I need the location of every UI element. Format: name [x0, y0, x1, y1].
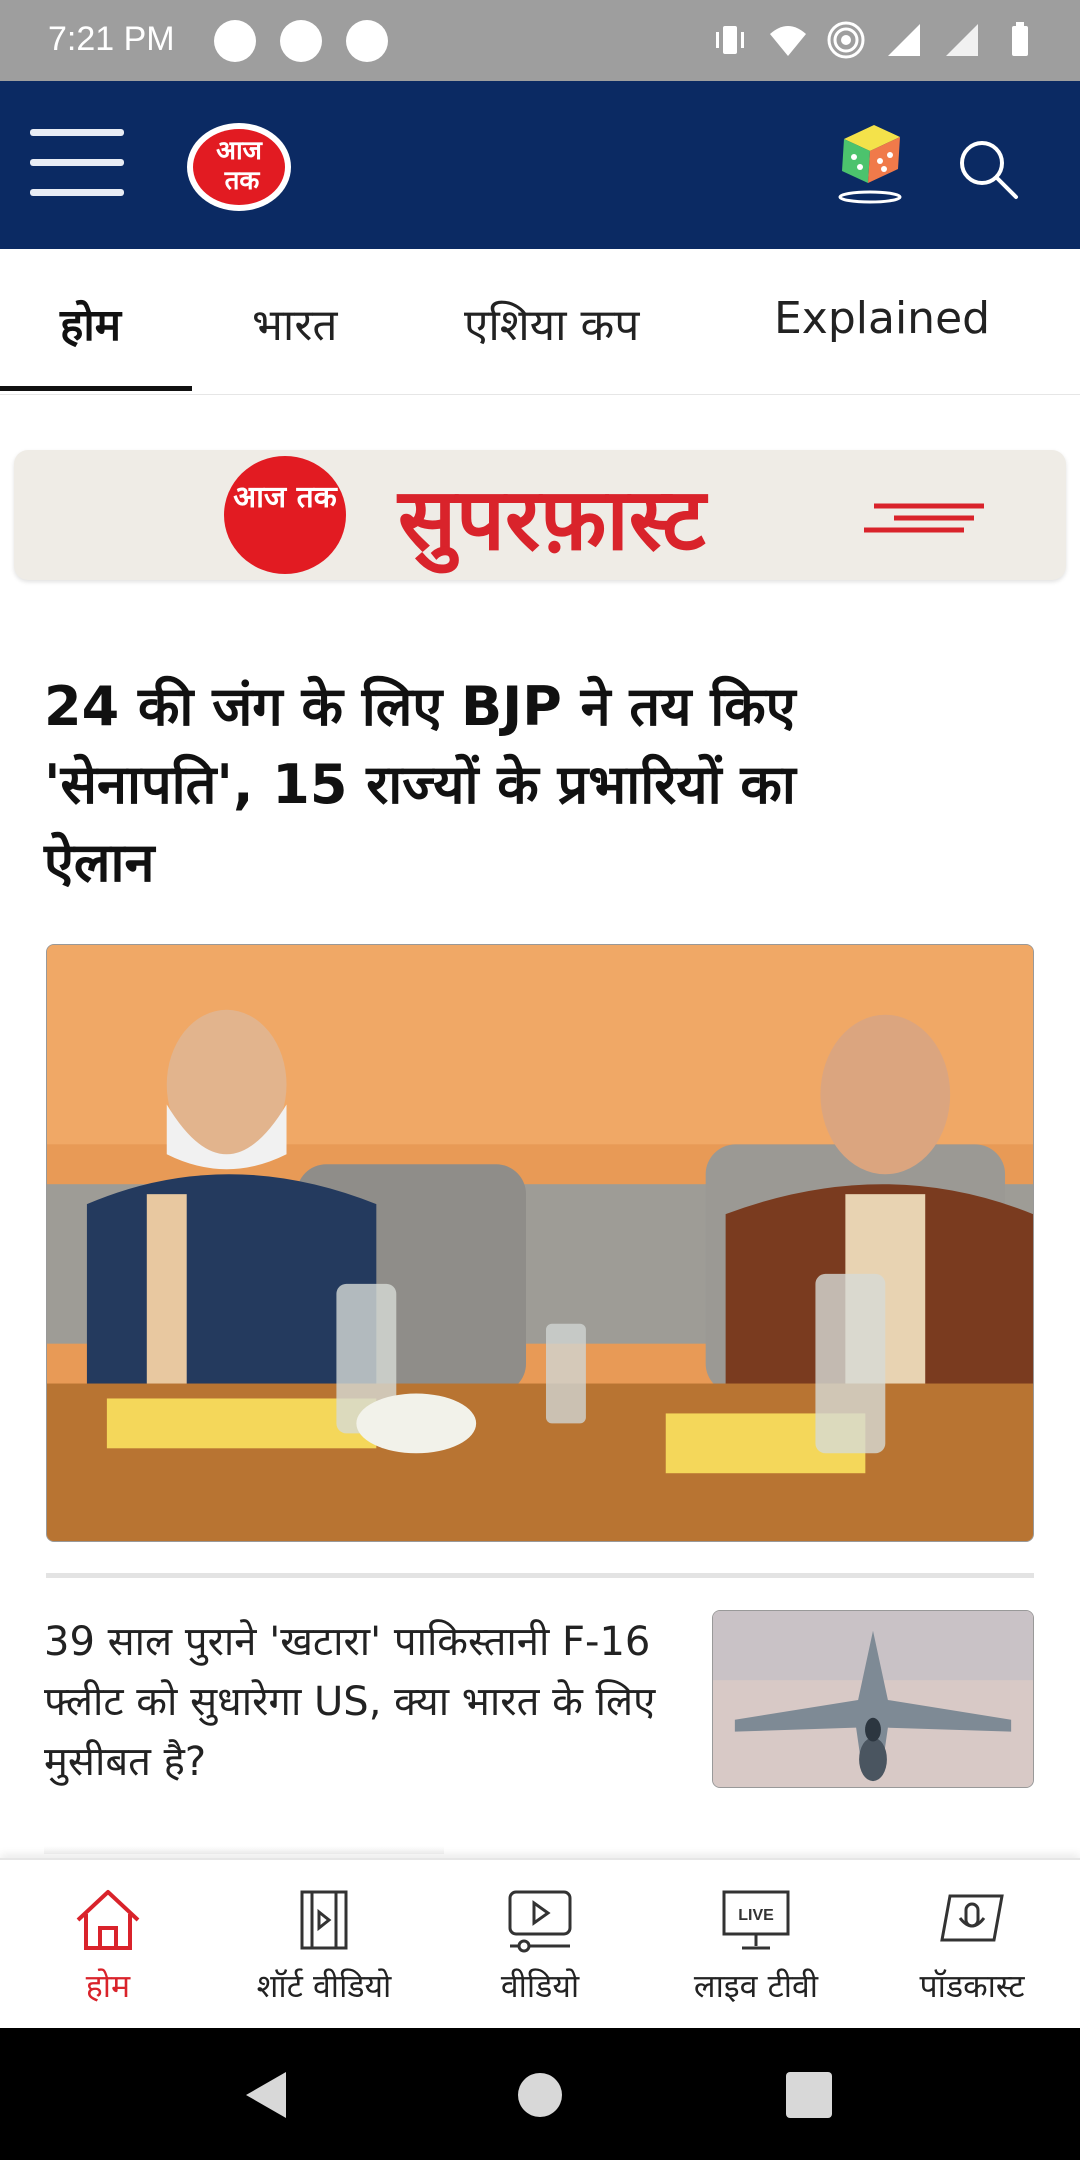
- speed-lines-icon: [864, 503, 984, 533]
- story-headline[interactable]: 39 साल पुराने 'खटारा' पाकिस्तानी F-16 फ्…: [44, 1612, 684, 1792]
- aajtak-logo[interactable]: आज तक: [184, 115, 294, 215]
- battery-icon: [1012, 22, 1028, 56]
- lead-story-image[interactable]: [46, 944, 1034, 1542]
- nav-label-live-tv: लाइव टीवी: [693, 1967, 819, 2005]
- wifi-icon: [770, 26, 806, 56]
- music-notification-icon: [214, 20, 256, 62]
- nav-label-video: वीडियो: [500, 1967, 580, 2005]
- search-icon[interactable]: [956, 137, 1020, 201]
- svg-text:तक: तक: [224, 166, 261, 196]
- home-circle-icon[interactable]: [513, 2068, 567, 2122]
- p-notification-icon: [346, 20, 388, 62]
- nav-label-short-video: शॉर्ट वीडियो: [256, 1967, 392, 2005]
- banner-aajtak-logo: आज तक: [224, 456, 346, 574]
- live-tv-icon: LIVE: [722, 1890, 790, 1950]
- nav-label-podcast: पॉडकास्ट: [919, 1967, 1025, 2005]
- nav-item-short-video[interactable]: शॉर्ट वीडियो: [216, 1860, 432, 2030]
- tab-bharat[interactable]: भारत: [252, 293, 337, 353]
- video-icon: [508, 1890, 572, 1953]
- category-tabs: होम भारत एशिया कप Explained: [0, 249, 1080, 395]
- recents-icon[interactable]: [782, 2068, 836, 2122]
- nav-item-live-tv[interactable]: LIVE लाइव टीवी: [648, 1860, 864, 2030]
- nav-item-podcast[interactable]: पॉडकास्ट: [864, 1860, 1080, 2030]
- story-thumbnail[interactable]: [712, 1610, 1034, 1788]
- short-video-icon: [300, 1890, 348, 1950]
- signal-no-data-icon: [946, 24, 978, 56]
- svg-text:आज: आज: [216, 136, 264, 166]
- nav-item-home[interactable]: होम: [0, 1860, 216, 2030]
- chat-notification-icon: [280, 20, 322, 62]
- tab-explained[interactable]: Explained: [774, 293, 990, 344]
- lead-story-headline[interactable]: 24 की जंग के लिए BJP ने तय किए 'सेनापति'…: [44, 668, 804, 902]
- tab-home[interactable]: होम: [60, 293, 121, 353]
- bottom-navigation: होम शॉर्ट वीडियो वीडियो LIVE लाइव टीवी प…: [0, 1858, 1080, 2028]
- app-header: आज तक: [0, 81, 1080, 249]
- home-icon: [76, 1890, 140, 1950]
- hotspot-icon: [827, 21, 865, 59]
- superfast-banner[interactable]: आज तक सुपरफ़ास्ट: [14, 450, 1066, 580]
- dice-game-icon[interactable]: [832, 117, 906, 207]
- svg-text:LIVE: LIVE: [738, 1907, 774, 1924]
- back-icon[interactable]: [240, 2068, 294, 2122]
- nav-label-home: होम: [85, 1967, 131, 2005]
- active-tab-indicator: [0, 386, 192, 391]
- hamburger-menu-button[interactable]: [30, 129, 124, 199]
- next-story-peek: [44, 1824, 1034, 1854]
- signal-icon: [888, 24, 920, 56]
- status-icons: [710, 18, 1040, 62]
- vibrate-icon: [716, 26, 744, 54]
- banner-title: सुपरफ़ास्ट: [398, 470, 706, 570]
- tab-asia-cup[interactable]: एशिया कप: [464, 293, 639, 353]
- nav-item-video[interactable]: वीडियो: [432, 1860, 648, 2030]
- podcast-icon: [940, 1894, 1004, 1942]
- system-navigation-bar: [0, 2028, 1080, 2160]
- status-time: 7:21 PM: [48, 20, 175, 58]
- divider: [46, 1573, 1034, 1578]
- status-bar: 7:21 PM: [0, 0, 1080, 81]
